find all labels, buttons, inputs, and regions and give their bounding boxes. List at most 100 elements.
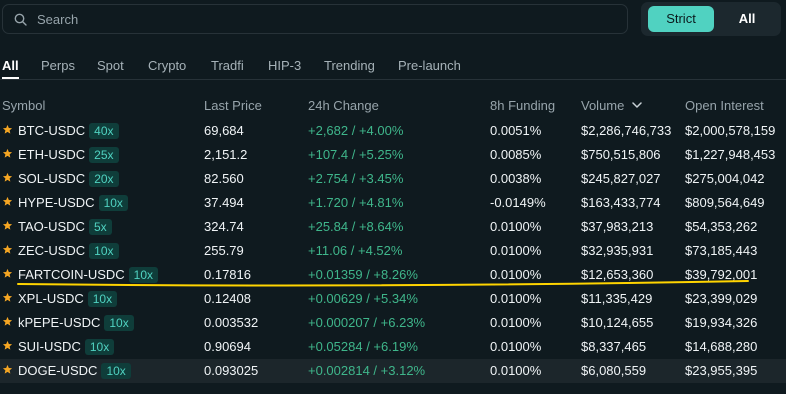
- symbol-name: TAO-USDC: [18, 219, 85, 234]
- symbol-name: SUI-USDC: [18, 339, 81, 354]
- leverage-badge: 20x: [89, 171, 119, 187]
- all-button[interactable]: All: [719, 6, 775, 32]
- change-cell: +0.05284 / +6.19%: [308, 339, 418, 354]
- table-header: Symbol Last Price 24h Change 8h Funding …: [0, 98, 786, 116]
- open-interest-cell: $275,004,042: [685, 171, 765, 186]
- table-row[interactable]: BTC-USDC 40x 69,684 +2,682 / +4.00% 0.0051% $…: [0, 119, 786, 143]
- favorite-star-icon[interactable]: [2, 339, 13, 354]
- funding-cell: 0.0038%: [490, 171, 542, 186]
- change-cell: +2.754 / +3.45%: [308, 171, 404, 186]
- volume-cell: $163,433,774: [581, 195, 661, 210]
- search-input[interactable]: [35, 10, 599, 28]
- header-open-interest[interactable]: Open Interest: [685, 98, 764, 113]
- table-row[interactable]: ZEC-USDC 10x 255.79 +11.06 / +4.52% 0.0100% $…: [0, 239, 786, 263]
- tab-trending[interactable]: Trending: [324, 58, 375, 73]
- favorite-star-icon[interactable]: [2, 291, 13, 306]
- volume-cell: $245,827,027: [581, 171, 661, 186]
- open-interest-cell: $809,564,649: [685, 195, 765, 210]
- volume-cell: $2,286,746,733: [581, 123, 672, 138]
- favorite-star-icon[interactable]: [2, 363, 13, 378]
- volume-cell: $10,124,655: [581, 315, 654, 330]
- change-cell: +1.720 / +4.81%: [308, 195, 404, 210]
- last-price-cell: 2,151.2: [204, 147, 248, 162]
- table-row[interactable]: ETH-USDC 25x 2,151.2 +107.4 / +5.25% 0.0085%…: [0, 143, 786, 167]
- change-cell: +25.84 / +8.64%: [308, 219, 404, 234]
- leverage-badge: 5x: [88, 219, 112, 235]
- symbol-name: ZEC-USDC: [18, 243, 86, 258]
- symbol-cell: TAO-USDC 5x: [18, 219, 112, 235]
- last-price-cell: 82.560: [204, 171, 244, 186]
- table-row[interactable]: TAO-USDC 5x 324.74 +25.84 / +8.64% 0.0100% $3…: [0, 215, 786, 239]
- last-price-cell: 37.494: [204, 195, 244, 210]
- last-price-cell: 0.093025: [204, 363, 259, 378]
- leverage-badge: 10x: [87, 291, 118, 307]
- symbol-cell: HYPE-USDC 10x: [18, 195, 128, 211]
- table-row[interactable]: kPEPE-USDC 10x 0.003532 +0.000207 / +6.23% 0…: [0, 311, 786, 335]
- funding-cell: 0.0100%: [490, 267, 542, 282]
- volume-cell: $12,653,360: [581, 267, 654, 282]
- strict-button[interactable]: Strict: [648, 6, 714, 32]
- last-price-cell: 69,684: [204, 123, 244, 138]
- favorite-star-icon[interactable]: [2, 267, 13, 282]
- symbol-cell: BTC-USDC 40x: [18, 123, 119, 139]
- last-price-cell: 0.12408: [204, 291, 251, 306]
- symbol-name: DOGE-USDC: [18, 363, 98, 378]
- symbol-name: kPEPE-USDC: [18, 315, 101, 330]
- symbol-name: BTC-USDC: [18, 123, 86, 138]
- symbol-cell: DOGE-USDC 10x: [18, 363, 131, 379]
- funding-cell: 0.0100%: [490, 315, 542, 330]
- funding-cell: 0.0051%: [490, 123, 542, 138]
- open-interest-cell: $19,934,326: [685, 315, 758, 330]
- table-row[interactable]: SOL-USDC 20x 82.560 +2.754 / +3.45% 0.0038% $…: [0, 167, 786, 191]
- tabs-divider: [0, 79, 786, 80]
- tab-tradfi[interactable]: Tradfi: [211, 58, 244, 73]
- funding-cell: 0.0100%: [490, 243, 542, 258]
- open-interest-cell: $2,000,578,159: [685, 123, 776, 138]
- change-cell: +0.01359 / +8.26%: [308, 267, 418, 282]
- change-cell: +0.00629 / +5.34%: [308, 291, 418, 306]
- table-row[interactable]: DOGE-USDC 10x 0.093025 +0.002814 / +3.12% 0.…: [0, 359, 786, 383]
- table-row[interactable]: SUI-USDC 10x 0.90694 +0.05284 / +6.19% 0.010…: [0, 335, 786, 359]
- funding-cell: 0.0100%: [490, 339, 542, 354]
- header-last-price[interactable]: Last Price: [204, 98, 262, 113]
- tab-hip3[interactable]: HIP-3: [268, 58, 301, 73]
- table-row[interactable]: XPL-USDC 10x 0.12408 +0.00629 / +5.34% 0.010…: [0, 287, 786, 311]
- tab-crypto[interactable]: Crypto: [148, 58, 186, 73]
- favorite-star-icon[interactable]: [2, 147, 13, 162]
- search-bar[interactable]: [2, 4, 628, 34]
- header-symbol[interactable]: Symbol: [2, 98, 45, 113]
- search-icon: [14, 13, 27, 26]
- open-interest-cell: $73,185,443: [685, 243, 758, 258]
- volume-cell: $11,335,429: [581, 291, 653, 306]
- favorite-star-icon[interactable]: [2, 243, 13, 258]
- favorite-star-icon[interactable]: [2, 315, 13, 330]
- table-row[interactable]: FARTCOIN-USDC 10x 0.17816 +0.01359 / +8.26%…: [0, 263, 786, 287]
- funding-cell: -0.0149%: [490, 195, 546, 210]
- open-interest-cell: $54,353,262: [685, 219, 758, 234]
- volume-cell: $32,935,931: [581, 243, 654, 258]
- symbol-cell: FARTCOIN-USDC 10x: [18, 267, 159, 283]
- favorite-star-icon[interactable]: [2, 219, 13, 234]
- table-row[interactable]: HYPE-USDC 10x 37.494 +1.720 / +4.81% -0.0149…: [0, 191, 786, 215]
- favorite-star-icon[interactable]: [2, 195, 13, 210]
- tab-perps[interactable]: Perps: [41, 58, 75, 73]
- last-price-cell: 255.79: [204, 243, 244, 258]
- favorite-star-icon[interactable]: [2, 171, 13, 186]
- leverage-badge: 10x: [98, 195, 128, 211]
- tab-all[interactable]: All: [2, 58, 19, 73]
- volume-cell: $750,515,806: [581, 147, 661, 162]
- header-24h-change[interactable]: 24h Change: [308, 98, 379, 113]
- symbol-cell: SOL-USDC 20x: [18, 171, 119, 187]
- open-interest-cell: $14,688,280: [685, 339, 758, 354]
- header-8h-funding[interactable]: 8h Funding: [490, 98, 555, 113]
- symbol-cell: ZEC-USDC 10x: [18, 243, 119, 259]
- tab-spot[interactable]: Spot: [97, 58, 124, 73]
- favorite-star-icon[interactable]: [2, 123, 13, 138]
- change-cell: +0.000207 / +6.23%: [308, 315, 426, 330]
- change-cell: +107.4 / +5.25%: [308, 147, 404, 162]
- leverage-badge: 10x: [128, 267, 159, 283]
- header-volume[interactable]: Volume: [581, 98, 643, 113]
- tab-pre-launch[interactable]: Pre-launch: [398, 58, 461, 73]
- symbol-name: ETH-USDC: [18, 147, 86, 162]
- open-interest-cell: $1,227,948,453: [685, 147, 776, 162]
